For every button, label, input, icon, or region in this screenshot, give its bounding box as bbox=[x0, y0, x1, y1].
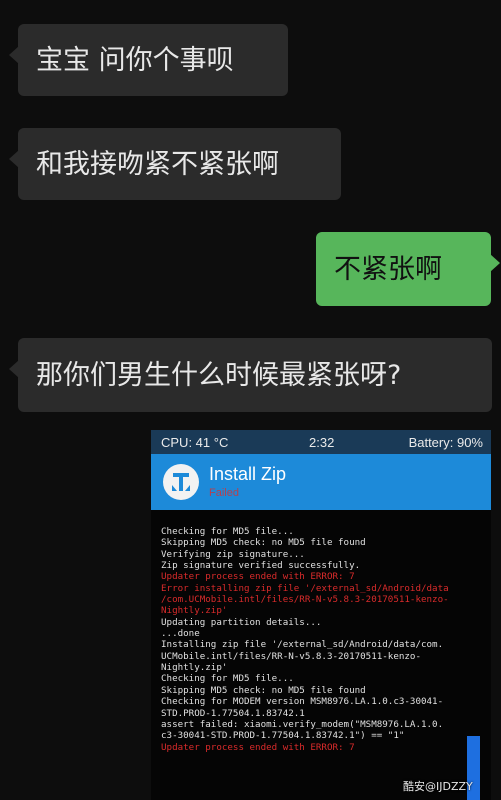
install-log: Checking for MD5 file... Skipping MD5 ch… bbox=[161, 526, 491, 753]
twrp-logo-icon bbox=[163, 464, 199, 500]
log-line: c3-30041-STD.PROD-1.77504.1.83742.1") ==… bbox=[161, 730, 405, 742]
log-line: Skipping MD5 check: no MD5 file found bbox=[161, 537, 366, 549]
message-bubble-incoming: 宝宝 问你个事呗 bbox=[9, 24, 288, 96]
log-line: Updater process ended with ERROR: 7 bbox=[161, 741, 355, 753]
battery-level: Battery: 90% bbox=[408, 435, 483, 450]
log-line: Skipping MD5 check: no MD5 file found bbox=[161, 684, 366, 696]
message-text: 宝宝 问你个事呗 bbox=[36, 44, 234, 76]
log-line: Zip signature verified successfully. bbox=[161, 560, 361, 572]
log-line: UCMobile.intl/files/RR-N-v5.8.3-20170511… bbox=[161, 650, 421, 662]
log-line: assert failed: xiaomi.verify_modem("MSM8… bbox=[161, 718, 444, 730]
log-line: /com.UCMobile.intl/files/RR-N-v5.8.3-201… bbox=[161, 594, 449, 606]
twrp-header: Install Zip Failed bbox=[151, 454, 491, 510]
message-bubble-incoming: 那你们男生什么时候最紧张呀? bbox=[9, 338, 492, 412]
log-line: Updater process ended with ERROR: 7 bbox=[161, 571, 355, 583]
log-line: Checking for MD5 file... bbox=[161, 673, 294, 685]
message-text: 不紧张啊 bbox=[334, 253, 442, 285]
log-line: Nightly.zip' bbox=[161, 662, 228, 674]
twrp-screenshot-image[interactable]: CPU: 41 °C 2:32 Battery: 90% Install Zip… bbox=[151, 430, 491, 800]
log-line: Checking for MD5 file... bbox=[161, 526, 294, 537]
message-text: 那你们男生什么时候最紧张呀? bbox=[36, 359, 402, 391]
log-line: Nightly.zip' bbox=[161, 605, 228, 617]
log-line: Updating partition details... bbox=[161, 616, 322, 628]
message-bubble-incoming: 和我接吻紧不紧张啊 bbox=[9, 128, 341, 200]
clock: 2:32 bbox=[309, 435, 335, 450]
cpu-temperature: CPU: 41 °C bbox=[161, 435, 229, 450]
log-line: Verifying zip signature... bbox=[161, 548, 305, 560]
install-zip-title: Install Zip bbox=[209, 464, 287, 484]
log-line: ...done bbox=[161, 628, 200, 640]
install-status: Failed bbox=[209, 487, 239, 499]
twrp-status-bar: CPU: 41 °C 2:32 Battery: 90% bbox=[151, 430, 491, 454]
message-text: 和我接吻紧不紧张啊 bbox=[36, 148, 279, 180]
message-bubble-outgoing: 不紧张啊 bbox=[316, 232, 500, 306]
log-line: Error installing zip file '/external_sd/… bbox=[161, 582, 449, 594]
log-line: Checking for MODEM version MSM8976.LA.1.… bbox=[161, 696, 444, 708]
log-line: STD.PROD-1.77504.1.83742.1 bbox=[161, 707, 305, 719]
log-line: Installing zip file '/external_sd/Androi… bbox=[161, 639, 444, 651]
watermark: 酷安@IJDZZY bbox=[403, 780, 473, 793]
